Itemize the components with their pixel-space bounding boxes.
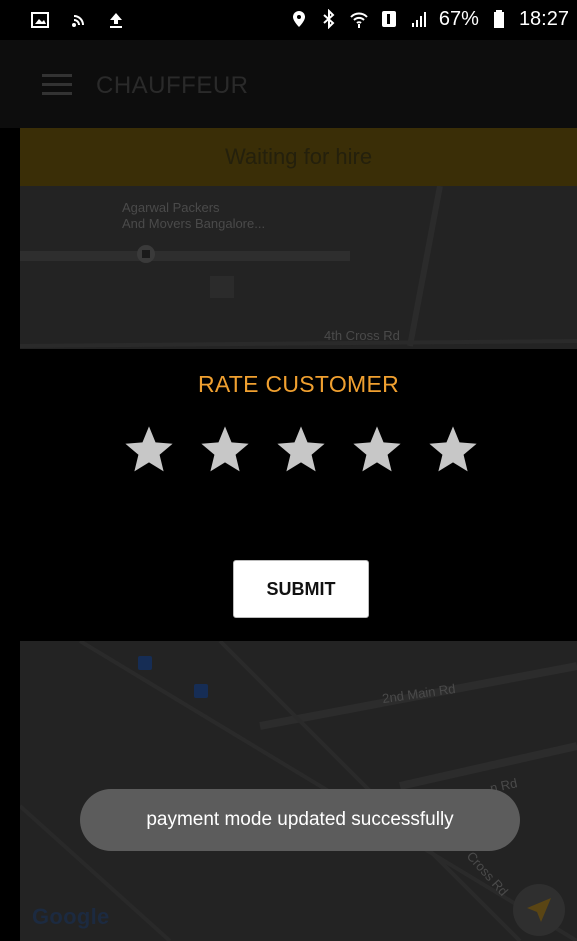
star-3-icon[interactable] <box>274 423 328 477</box>
bus-stop-icon <box>194 684 208 698</box>
gallery-icon <box>30 8 50 32</box>
hamburger-icon[interactable] <box>42 74 72 96</box>
status-banner-text: Waiting for hire <box>224 144 373 169</box>
bluetooth-icon <box>319 7 339 31</box>
status-right: 67% 18:27 <box>289 7 569 31</box>
star-1-icon[interactable] <box>122 423 176 477</box>
wifi-icon <box>349 7 369 31</box>
status-banner: Waiting for hire <box>20 128 577 186</box>
star-4-icon[interactable] <box>350 423 404 477</box>
clock: 18:27 <box>518 7 569 30</box>
battery-percent: 67% <box>438 7 479 30</box>
dialog-title: RATE CUSTOMER <box>197 371 400 397</box>
upload-icon <box>106 8 126 32</box>
navigation-icon[interactable] <box>513 884 565 936</box>
battery-icon <box>489 7 509 31</box>
location-icon <box>289 7 309 31</box>
bus-stop-icon <box>138 656 152 670</box>
hotspot-icon <box>68 8 88 32</box>
star-5-icon[interactable] <box>426 423 480 477</box>
toast-message: payment mode updated successfully <box>80 789 520 851</box>
google-logo: Google <box>32 904 110 929</box>
status-bar: 67% 18:27 <box>0 0 577 40</box>
submit-button[interactable]: SUBMIT <box>233 560 369 618</box>
rating-stars <box>122 423 480 477</box>
sim-icon <box>379 7 399 31</box>
map-road-label: 4th Cross Rd <box>324 328 400 343</box>
app-title: CHAUFFEUR <box>96 72 249 99</box>
rate-customer-dialog: RATE CUSTOMER SUBMIT <box>20 349 577 641</box>
status-left <box>30 8 126 32</box>
map-poi-label: Agarwal Packers And Movers Bangalore... <box>122 200 266 231</box>
app-screen: 67% 18:27 CHAUFFEUR Waiting for hire Aga… <box>0 0 577 941</box>
signal-icon <box>409 7 429 31</box>
app-bar <box>0 40 577 128</box>
star-2-icon[interactable] <box>198 423 252 477</box>
